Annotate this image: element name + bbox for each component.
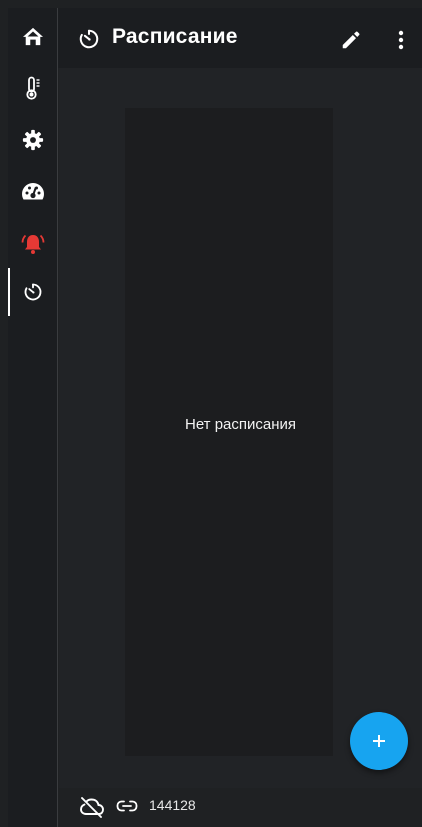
status-bar: 144128 <box>59 788 422 827</box>
app-root: Расписание Нет расписания 144128 <box>0 0 422 827</box>
edit-button[interactable] <box>336 25 366 55</box>
sidebar-item-thermometer[interactable] <box>8 68 58 108</box>
sidebar <box>8 8 58 827</box>
empty-schedule-message: Нет расписания <box>184 416 297 433</box>
sidebar-item-settings[interactable] <box>8 120 58 160</box>
speedometer-icon <box>22 183 44 200</box>
more-vert-icon <box>398 30 404 50</box>
pencil-icon <box>342 31 360 49</box>
sidebar-item-schedule[interactable] <box>8 268 58 316</box>
sidebar-item-home[interactable] <box>8 16 58 56</box>
plus-icon <box>373 735 385 747</box>
link-icon <box>116 800 138 812</box>
cloud-off-icon <box>80 797 104 818</box>
thermometer-icon <box>26 76 40 100</box>
page-title: Расписание <box>112 25 238 48</box>
schedule-content: Нет расписания <box>59 68 422 788</box>
home-icon <box>23 27 43 46</box>
more-options-button[interactable] <box>386 25 416 55</box>
timer-schedule-icon <box>24 283 42 301</box>
gear-icon <box>22 129 44 151</box>
device-id: 144128 <box>149 797 196 813</box>
alarm-bell-icon <box>21 234 45 254</box>
sidebar-item-alarms[interactable] <box>8 224 58 264</box>
timer-schedule-icon <box>79 29 99 49</box>
app-header: Расписание <box>58 8 422 68</box>
sidebar-item-dashboard[interactable] <box>8 172 58 212</box>
add-schedule-button[interactable] <box>350 712 408 770</box>
